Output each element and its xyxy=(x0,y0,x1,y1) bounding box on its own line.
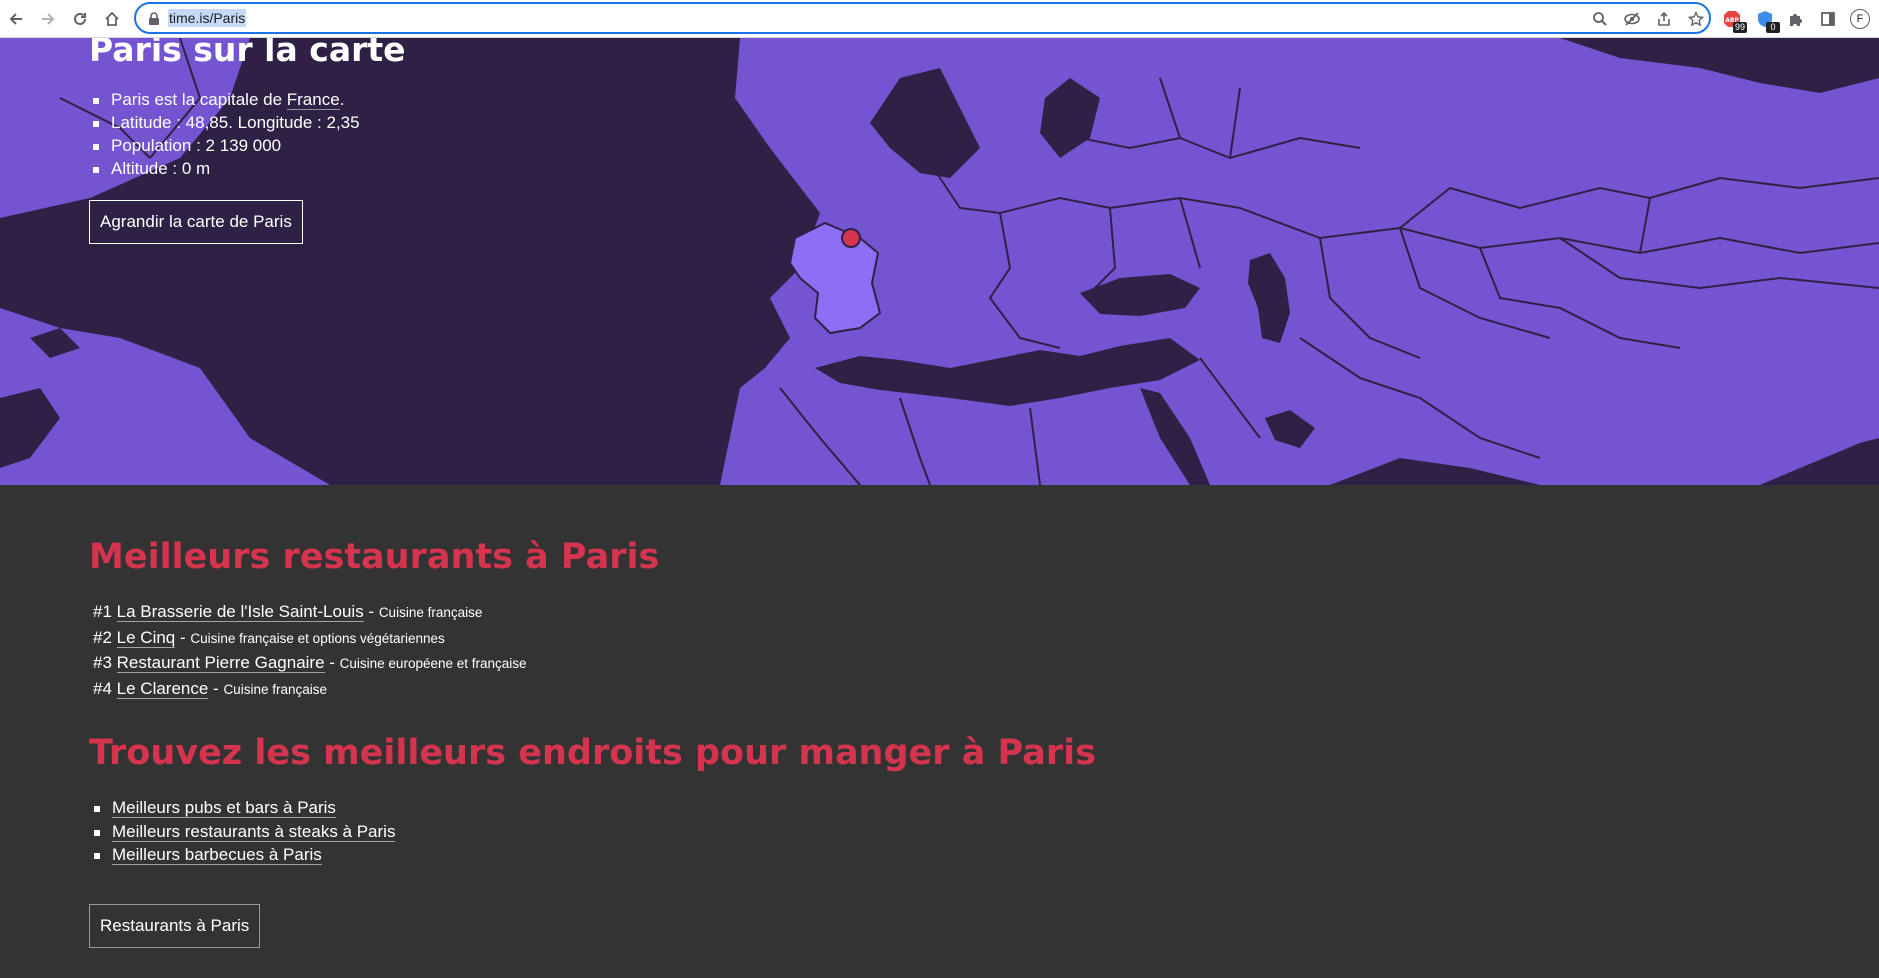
places-links-list: Meilleurs pubs et bars à Paris Meilleurs… xyxy=(93,796,396,867)
pubs-bars-link[interactable]: Meilleurs pubs et bars à Paris xyxy=(112,798,336,818)
shield-badge: 0 xyxy=(1766,22,1780,33)
list-item: Meilleurs restaurants à steaks à Paris xyxy=(93,820,396,844)
map-section-title: Paris sur la carte xyxy=(89,38,406,69)
list-item: Meilleurs pubs et bars à Paris xyxy=(93,796,395,820)
steak-restaurants-link[interactable]: Meilleurs restaurants à steaks à Paris xyxy=(112,821,396,842)
home-button[interactable] xyxy=(98,5,126,33)
restaurant-link[interactable]: Le Cinq xyxy=(116,627,176,648)
restaurants-heading: Meilleurs restaurants à Paris xyxy=(89,537,660,577)
reload-button[interactable] xyxy=(66,5,94,33)
list-item: Meilleurs barbecues à Paris xyxy=(93,843,395,867)
enlarge-map-button[interactable]: Agrandir la carte de Paris xyxy=(89,200,303,244)
map-hero: Paris sur la carte Paris est la capitale… xyxy=(0,38,1879,485)
abp-badge: 99 xyxy=(1733,22,1747,33)
restaurant-link[interactable]: Le Clarence xyxy=(116,678,209,699)
restaurant-rank: #1 xyxy=(93,602,112,621)
browser-toolbar: time.is/Paris ABP 99 0 F xyxy=(0,0,1879,38)
shield-extension-button[interactable]: 0 xyxy=(1755,9,1780,33)
restaurant-link[interactable]: La Brasserie de l'Isle Saint-Louis xyxy=(116,602,364,622)
restaurant-item: #2 Le Cinq - Cuisine française et option… xyxy=(93,626,527,652)
coordinates-fact: Latitude : 48,85. Longitude : 2,35 xyxy=(93,113,360,132)
restaurant-item: #3 Restaurant Pierre Gagnaire - Cuisine … xyxy=(93,651,527,677)
abp-extension-button[interactable]: ABP 99 xyxy=(1722,9,1747,33)
address-bar[interactable]: time.is/Paris xyxy=(134,2,1711,34)
capital-fact-suffix: . xyxy=(339,90,345,109)
side-panel-icon xyxy=(1821,12,1835,26)
puzzle-icon xyxy=(1790,14,1802,26)
forward-button[interactable] xyxy=(34,5,62,33)
bookmark-star-icon[interactable] xyxy=(1687,10,1705,28)
capital-fact-text: Paris est la capitale de xyxy=(111,90,287,109)
restaurant-separator: - xyxy=(208,678,224,698)
restaurant-item: #1 La Brasserie de l'Isle Saint-Louis - … xyxy=(93,600,527,626)
profile-avatar[interactable]: F xyxy=(1850,9,1870,29)
population-fact: Population : 2 139 000 xyxy=(93,134,360,157)
restaurant-rank: #3 xyxy=(93,653,112,672)
restaurant-cuisine: Cuisine européene et française xyxy=(339,656,527,671)
zoom-icon[interactable] xyxy=(1591,10,1609,28)
restaurant-separator: - xyxy=(363,602,379,621)
lock-icon xyxy=(149,12,159,25)
home-icon xyxy=(105,11,119,26)
paris-marker xyxy=(841,228,861,248)
eye-slash-icon[interactable] xyxy=(1623,10,1641,28)
restaurant-item: #4 Le Clarence - Cuisine française xyxy=(93,677,527,703)
france-link[interactable]: France xyxy=(286,90,340,110)
back-arrow-icon xyxy=(9,13,22,25)
city-facts-list: Paris est la capitale de France. Latitud… xyxy=(93,88,360,180)
france-highlight xyxy=(788,221,882,335)
extensions-button[interactable] xyxy=(1786,9,1806,29)
side-panel-button[interactable] xyxy=(1818,9,1838,29)
altitude-fact: Altitude : 0 m xyxy=(93,157,360,180)
barbecues-link[interactable]: Meilleurs barbecues à Paris xyxy=(112,845,322,865)
forward-arrow-icon xyxy=(42,13,55,25)
restaurant-cuisine: Cuisine française xyxy=(223,681,327,697)
restaurants-button[interactable]: Restaurants à Paris xyxy=(89,904,261,948)
back-button[interactable] xyxy=(2,5,30,33)
reload-icon xyxy=(74,12,86,25)
restaurant-link[interactable]: Restaurant Pierre Gagnaire xyxy=(116,653,325,673)
restaurant-rank: #2 xyxy=(93,627,112,647)
restaurants-list: #1 La Brasserie de l'Isle Saint-Louis - … xyxy=(93,600,527,702)
restaurant-cuisine: Cuisine française et options végétarienn… xyxy=(190,630,445,646)
restaurant-rank: #4 xyxy=(93,678,112,698)
url-text[interactable]: time.is/Paris xyxy=(168,9,247,27)
share-icon[interactable] xyxy=(1655,10,1673,28)
restaurant-separator: - xyxy=(175,627,191,647)
capital-fact: Paris est la capitale de France. xyxy=(93,88,360,111)
restaurant-separator: - xyxy=(324,653,340,672)
restaurant-cuisine: Cuisine française xyxy=(378,605,483,620)
places-heading: Trouvez les meilleurs endroits pour mang… xyxy=(89,733,1096,773)
